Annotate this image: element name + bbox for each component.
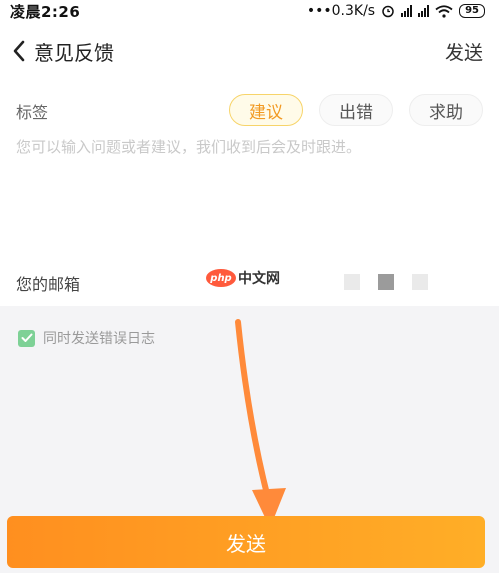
watermark-logo: php [206, 269, 236, 287]
signal-hd-icon [401, 5, 413, 17]
email-row[interactable]: 您的邮箱 php 中文网 [16, 268, 483, 298]
chip-suggestion[interactable]: 建议 [229, 94, 303, 126]
feedback-form: 标签 建议 出错 求助 您的邮箱 php 中文网 [0, 80, 499, 306]
check-icon [21, 333, 32, 342]
blurred-placeholder [344, 274, 428, 290]
status-bar: 凌晨2:26 •••0.3K/s 95 [0, 0, 499, 22]
nav-bar: 意见反馈 发送 [0, 22, 499, 80]
battery-icon: 95 [459, 4, 485, 18]
tag-row: 标签 建议 出错 求助 [16, 94, 483, 128]
chip-help[interactable]: 求助 [409, 94, 483, 126]
alarm-icon [382, 5, 394, 18]
site-watermark: php 中文网 [206, 268, 280, 288]
nav-send-button[interactable]: 发送 [445, 38, 483, 65]
chip-error[interactable]: 出错 [319, 94, 393, 126]
network-speed: •••0.3K/s [306, 3, 376, 19]
tag-label: 标签 [16, 103, 49, 122]
email-label: 您的邮箱 [16, 275, 81, 294]
back-chevron-icon[interactable] [12, 40, 26, 62]
send-log-checkbox[interactable] [18, 329, 35, 347]
submit-button[interactable]: 发送 [7, 516, 485, 568]
signal-hd-icon [418, 5, 430, 17]
page-title: 意见反馈 [34, 40, 114, 65]
send-log-label: 同时发送错误日志 [43, 331, 155, 347]
back-button[interactable]: 意见反馈 [12, 37, 114, 66]
send-log-option[interactable]: 同时发送错误日志 [18, 328, 155, 348]
watermark-text: 中文网 [238, 271, 280, 287]
status-time: 凌晨2:26 [10, 2, 81, 21]
feedback-input[interactable] [16, 136, 483, 236]
wifi-icon [435, 4, 453, 18]
status-icons: •••0.3K/s 95 [307, 3, 485, 19]
tag-chips: 建议 出错 求助 [229, 94, 483, 126]
